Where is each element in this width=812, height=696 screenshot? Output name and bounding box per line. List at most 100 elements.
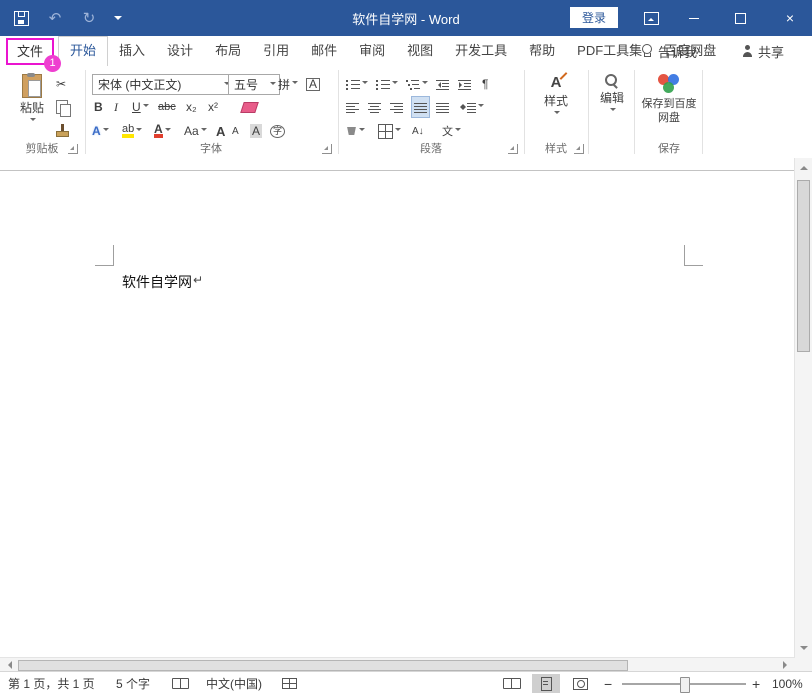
scroll-down-button[interactable]	[795, 646, 812, 654]
underline-button[interactable]: U	[132, 97, 149, 117]
close-button[interactable]: ×	[768, 0, 812, 36]
web-layout-button[interactable]	[566, 674, 594, 693]
sort-button[interactable]: A↓	[412, 121, 424, 141]
share-button[interactable]: 共享	[742, 36, 784, 66]
group-separator	[588, 70, 589, 154]
login-button[interactable]: 登录	[570, 7, 618, 28]
line-spacing-lines-icon	[467, 102, 476, 113]
font-dialog-launcher[interactable]	[322, 144, 332, 154]
align-center-button[interactable]	[368, 97, 381, 117]
clipboard-dialog-launcher[interactable]	[68, 144, 78, 154]
close-icon: ×	[786, 10, 794, 26]
pinyin-guide-button[interactable]: 拼	[278, 74, 298, 94]
ribbon-display-options-button[interactable]	[634, 0, 668, 36]
ribbon-home: 粘贴 ✂ 剪贴板 宋体 (中文正文) 五号 拼 A	[0, 66, 812, 159]
document-page[interactable]: 软件自学网 ↵	[0, 158, 795, 658]
bold-button[interactable]: B	[94, 97, 103, 117]
shrink-font-button[interactable]: A	[232, 121, 239, 141]
tab-pdf-tools[interactable]: PDF工具集	[566, 36, 653, 66]
asian-layout-button[interactable]: 文	[442, 121, 461, 141]
format-painter-button[interactable]	[56, 120, 69, 140]
change-case-button[interactable]: Aa	[184, 121, 207, 141]
subscript-button[interactable]: x₂	[186, 97, 197, 117]
input-mode-button[interactable]	[282, 672, 297, 695]
text-highlight-button[interactable]: ab	[122, 121, 142, 141]
scroll-right-button[interactable]	[783, 658, 791, 672]
tab-references[interactable]: 引用	[252, 36, 300, 66]
print-layout-button[interactable]	[532, 674, 560, 693]
tab-view[interactable]: 视图	[396, 36, 444, 66]
font-size-combo[interactable]: 五号	[228, 74, 280, 95]
borders-grid-icon	[378, 124, 393, 139]
tab-help[interactable]: 帮助	[518, 36, 566, 66]
tell-me-label: 告诉我	[658, 42, 697, 61]
vertical-scrollbar[interactable]	[794, 158, 812, 658]
document-text-line[interactable]: 软件自学网 ↵	[122, 272, 203, 292]
styles-dialog-launcher[interactable]	[574, 144, 584, 154]
justify-icon	[414, 102, 427, 113]
caret-down-icon	[143, 104, 149, 110]
tab-layout[interactable]: 布局	[204, 36, 252, 66]
caret-down-icon	[422, 81, 428, 87]
horizontal-scroll-thumb[interactable]	[18, 660, 628, 671]
tab-insert[interactable]: 插入	[108, 36, 156, 66]
read-mode-icon	[503, 678, 521, 689]
editing-button[interactable]: 编辑	[592, 70, 632, 154]
maximize-button[interactable]	[722, 0, 758, 36]
font-color-button[interactable]: A	[154, 121, 171, 141]
tab-design[interactable]: 设计	[156, 36, 204, 66]
zoom-level-button[interactable]: 100%	[772, 672, 803, 695]
horizontal-scrollbar[interactable]	[0, 657, 795, 672]
superscript-button[interactable]: x²	[208, 97, 218, 117]
scroll-left-button[interactable]	[4, 658, 12, 672]
proofing-status-button[interactable]	[172, 672, 189, 695]
clear-formatting-button[interactable]	[242, 97, 257, 117]
increase-indent-button[interactable]	[458, 74, 472, 94]
character-shading-button[interactable]: A	[250, 121, 262, 141]
numbering-button[interactable]	[376, 74, 398, 94]
tab-review[interactable]: 审阅	[348, 36, 396, 66]
scroll-up-button[interactable]	[795, 162, 812, 170]
distribute-button[interactable]	[436, 97, 449, 117]
zoom-slider-thumb[interactable]	[680, 677, 690, 693]
show-hide-marks-button[interactable]: ¶	[482, 74, 488, 94]
page-number-status[interactable]: 第 1 页，共 1 页	[8, 672, 95, 695]
tab-mailings[interactable]: 邮件	[300, 36, 348, 66]
line-spacing-button[interactable]	[460, 97, 484, 117]
italic-button[interactable]: I	[114, 97, 118, 117]
bullets-button[interactable]	[346, 74, 368, 94]
decrease-indent-button[interactable]	[436, 74, 450, 94]
minimize-button[interactable]	[676, 0, 712, 36]
word-count-status[interactable]: 5 个字	[116, 672, 150, 695]
paragraph-dialog-launcher[interactable]	[508, 144, 518, 154]
copy-button[interactable]	[56, 97, 68, 117]
read-mode-button[interactable]	[498, 674, 526, 693]
cut-button[interactable]: ✂	[56, 74, 66, 94]
vertical-scroll-thumb[interactable]	[797, 180, 810, 352]
caret-down-icon	[165, 128, 171, 134]
character-border-button[interactable]: A	[306, 74, 320, 94]
text-effects-button[interactable]: A	[92, 121, 109, 141]
multilevel-list-button[interactable]	[406, 74, 428, 94]
bullets-icon	[346, 79, 360, 90]
font-family-value: 宋体 (中文正文)	[98, 76, 181, 93]
tab-developer[interactable]: 开发工具	[444, 36, 518, 66]
line-spacing-icon	[460, 101, 466, 113]
numbering-icon	[376, 79, 390, 90]
zoom-slider[interactable]	[622, 672, 746, 696]
strikethrough-button[interactable]: abc	[158, 97, 176, 117]
borders-button[interactable]	[378, 121, 401, 141]
grow-font-button[interactable]: A	[216, 121, 225, 141]
justify-button[interactable]	[412, 97, 429, 117]
language-status[interactable]: 中文(中国)	[206, 672, 262, 695]
tab-home[interactable]: 开始	[58, 36, 108, 66]
align-left-button[interactable]	[346, 97, 359, 117]
zoom-in-button[interactable]: +	[752, 672, 760, 695]
pilcrow-icon: ¶	[482, 77, 488, 91]
zoom-out-button[interactable]: −	[604, 672, 612, 695]
align-right-button[interactable]	[390, 97, 403, 117]
enclose-characters-button[interactable]: 字	[270, 121, 285, 141]
tell-me-button[interactable]: 告诉我	[642, 36, 697, 66]
font-family-combo[interactable]: 宋体 (中文正文)	[92, 74, 234, 95]
shading-button[interactable]	[346, 121, 365, 141]
